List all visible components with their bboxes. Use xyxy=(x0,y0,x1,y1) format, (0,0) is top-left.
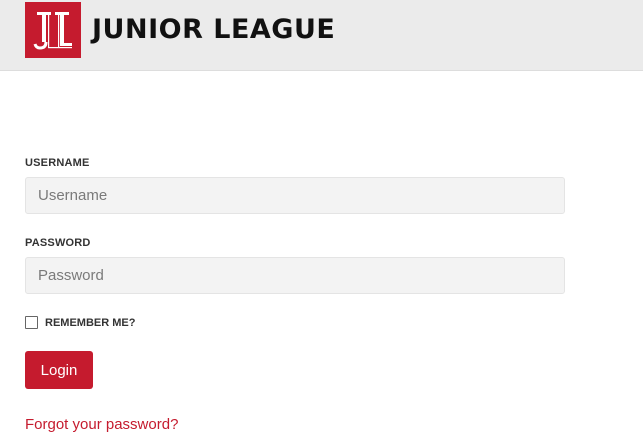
brand-title: JUNIOR LEAGUE xyxy=(92,14,336,45)
remember-me-label: REMEMBER ME? xyxy=(45,316,136,329)
password-label: PASSWORD xyxy=(25,237,91,249)
password-input[interactable] xyxy=(25,257,565,294)
remember-me-row[interactable]: REMEMBER ME? xyxy=(25,316,135,329)
junior-league-logo-icon[interactable] xyxy=(25,2,81,58)
username-input[interactable] xyxy=(25,177,565,214)
remember-me-checkbox[interactable] xyxy=(25,316,38,329)
header-bar: JUNIOR LEAGUE xyxy=(0,0,643,71)
forgot-password-link[interactable]: Forgot your password? xyxy=(25,416,178,433)
username-label: USERNAME xyxy=(25,157,90,169)
login-button[interactable]: Login xyxy=(25,351,93,389)
